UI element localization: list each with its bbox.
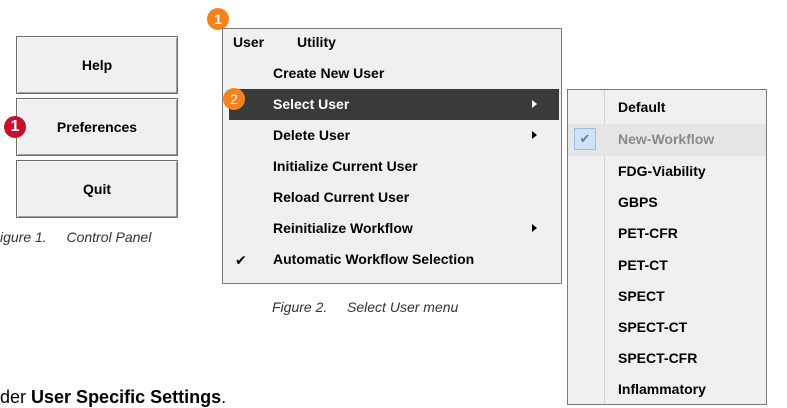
checkmark-icon: ✔: [235, 252, 247, 268]
figure-2-number: Figure 2.: [272, 299, 328, 315]
submenu-item-label: SPECT-CT: [618, 319, 688, 335]
submenu-item-default[interactable]: Default: [568, 92, 766, 124]
menu-item-reload-current-user[interactable]: Reload Current User: [229, 182, 559, 213]
menu-item-create-new-user[interactable]: Create New User: [229, 58, 559, 89]
submenu-item-fdg-viability[interactable]: FDG-Viability: [568, 156, 766, 188]
submenu-item-pet-ct[interactable]: PET-CT: [568, 250, 766, 282]
menu-item-label: Delete User: [273, 127, 351, 143]
menu-item-label: Select User: [273, 96, 350, 112]
menubar-user[interactable]: User: [233, 34, 264, 50]
submenu-item-label: PET-CT: [618, 257, 668, 273]
figure-1-title: Control Panel: [66, 229, 152, 245]
callout-badge-2-label: 2: [230, 91, 238, 107]
submenu-item-new-workflow[interactable]: ✔ New-Workflow: [568, 124, 766, 156]
instruction-text: der User Specific Settings.: [0, 387, 226, 408]
submenu-item-inflammatory[interactable]: Inflammatory: [568, 374, 766, 406]
callout-badge-2: 2: [223, 88, 245, 110]
menu-item-delete-user[interactable]: Delete User: [229, 120, 559, 151]
submenu-item-label: Default: [618, 99, 666, 115]
submenu-item-spect[interactable]: SPECT: [568, 281, 766, 313]
preferences-button-label: Preferences: [56, 119, 138, 135]
submenu-item-label: PET-CFR: [618, 225, 678, 241]
instruction-suffix: .: [221, 387, 227, 407]
submenu-item-pet-cfr[interactable]: PET-CFR: [568, 218, 766, 250]
submenu-item-gbps[interactable]: GBPS: [568, 187, 766, 219]
submenu-item-label: Inflammatory: [618, 381, 706, 397]
quit-button-label: Quit: [83, 181, 111, 197]
menubar: User Utility: [223, 29, 561, 55]
submenu-item-spect-ct[interactable]: SPECT-CT: [568, 312, 766, 344]
menu-item-label: Reload Current User: [273, 189, 410, 205]
submenu-item-label: FDG-Viability: [618, 163, 706, 179]
figure-1-number: igure 1.: [0, 229, 47, 245]
figure-2-caption: Figure 2. Select User menu: [272, 299, 458, 315]
menu-item-select-user[interactable]: Select User: [229, 89, 559, 120]
instruction-prefix: der: [0, 387, 32, 407]
instruction-bold: User Specific Settings: [31, 387, 222, 407]
user-dropdown: Create New User Select User Delete User …: [229, 57, 559, 281]
menu-item-label: Create New User: [273, 65, 385, 81]
callout-badge-top-label: 1: [214, 11, 222, 27]
submenu-item-label: New-Workflow: [618, 131, 715, 147]
select-user-submenu: Default ✔ New-Workflow FDG-Viability GBP…: [567, 89, 767, 405]
preferences-button[interactable]: Preferences: [16, 98, 178, 156]
submenu-arrow-icon: [532, 224, 537, 232]
submenu-item-spect-cfr[interactable]: SPECT-CFR: [568, 343, 766, 375]
user-menu-window: User Utility Create New User Select User…: [222, 28, 562, 284]
submenu-item-label: SPECT-CFR: [618, 350, 698, 366]
submenu-arrow-icon: [532, 100, 537, 108]
quit-button[interactable]: Quit: [16, 160, 178, 218]
figure-2-title: Select User menu: [347, 299, 459, 315]
help-button-label: Help: [81, 57, 113, 73]
help-button[interactable]: Help: [16, 36, 178, 94]
callout-badge-top: 1: [207, 8, 229, 30]
menu-item-automatic-workflow-selection[interactable]: ✔ Automatic Workflow Selection: [229, 244, 559, 275]
menu-item-label: Initialize Current User: [273, 158, 418, 174]
menu-item-label: Automatic Workflow Selection: [273, 251, 475, 267]
callout-badge-1-label: 1: [10, 118, 20, 135]
menu-item-label: Reinitialize Workflow: [273, 220, 413, 236]
submenu-arrow-icon: [532, 131, 537, 139]
menu-item-reinitialize-workflow[interactable]: Reinitialize Workflow: [229, 213, 559, 244]
submenu-item-label: SPECT: [618, 288, 665, 304]
figure-1-caption: igure 1. Control Panel: [0, 229, 151, 245]
callout-badge-1: 1: [4, 116, 26, 138]
menu-item-initialize-current-user[interactable]: Initialize Current User: [229, 151, 559, 182]
checkmark-icon: ✔: [574, 128, 596, 150]
submenu-item-label: GBPS: [618, 194, 658, 210]
menubar-utility[interactable]: Utility: [297, 34, 336, 50]
